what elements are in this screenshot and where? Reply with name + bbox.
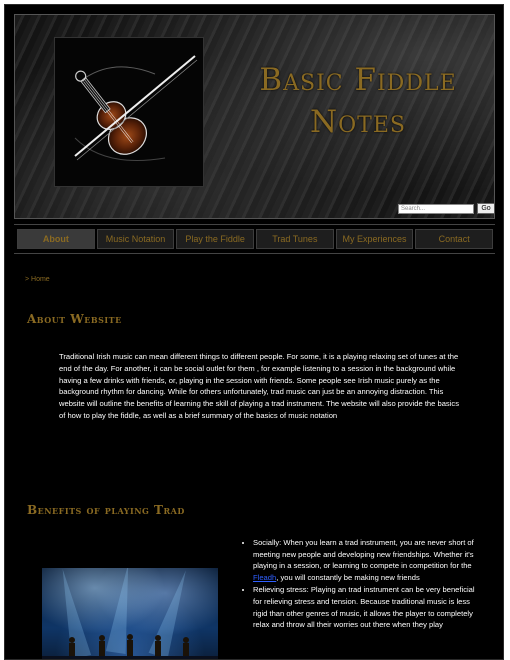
nav-item-my-experiences[interactable]: My Experiences [335, 229, 414, 249]
breadcrumb[interactable]: > Home [25, 276, 50, 283]
benefits-heading: Benefits of playing Trad [27, 503, 185, 517]
main-nav: About Music Notation Play the Fiddle Tra… [17, 229, 494, 249]
site-title: Basic Fiddle Notes [233, 59, 483, 143]
site-title-line1: Basic Fiddle [259, 62, 457, 98]
site-title-line2: Notes [310, 104, 406, 140]
nav-divider-bottom [14, 253, 495, 254]
page-frame: Basic Fiddle Notes Search... Go About Mu… [4, 4, 504, 660]
site-header: Basic Fiddle Notes Search... Go [14, 14, 495, 219]
nav-item-play-the-fiddle[interactable]: Play the Fiddle [176, 229, 255, 249]
concert-photo [42, 568, 218, 659]
about-heading: About Website [27, 312, 122, 326]
benefit-stress: Relieving stress: Playing an trad instru… [253, 584, 475, 630]
fiddle-logo-image [54, 37, 204, 187]
violin-icon [74, 55, 198, 161]
about-text: Traditional Irish music can mean differe… [59, 352, 460, 420]
musicians-silhouette-icon [42, 634, 218, 659]
nav-item-about[interactable]: About [17, 229, 95, 249]
search-input[interactable]: Search... [398, 204, 474, 214]
search-button[interactable]: Go [477, 203, 494, 214]
fleadh-link[interactable]: Fleadh [253, 573, 276, 582]
nav-item-contact[interactable]: Contact [415, 229, 494, 249]
benefits-list: Socially: When you learn a trad instrume… [240, 537, 475, 632]
benefit-social: Socially: When you learn a trad instrume… [253, 537, 475, 583]
nav-divider-top [14, 224, 495, 225]
nav-item-music-notation[interactable]: Music Notation [96, 229, 175, 249]
nav-item-trad-tunes[interactable]: Trad Tunes [256, 229, 334, 249]
